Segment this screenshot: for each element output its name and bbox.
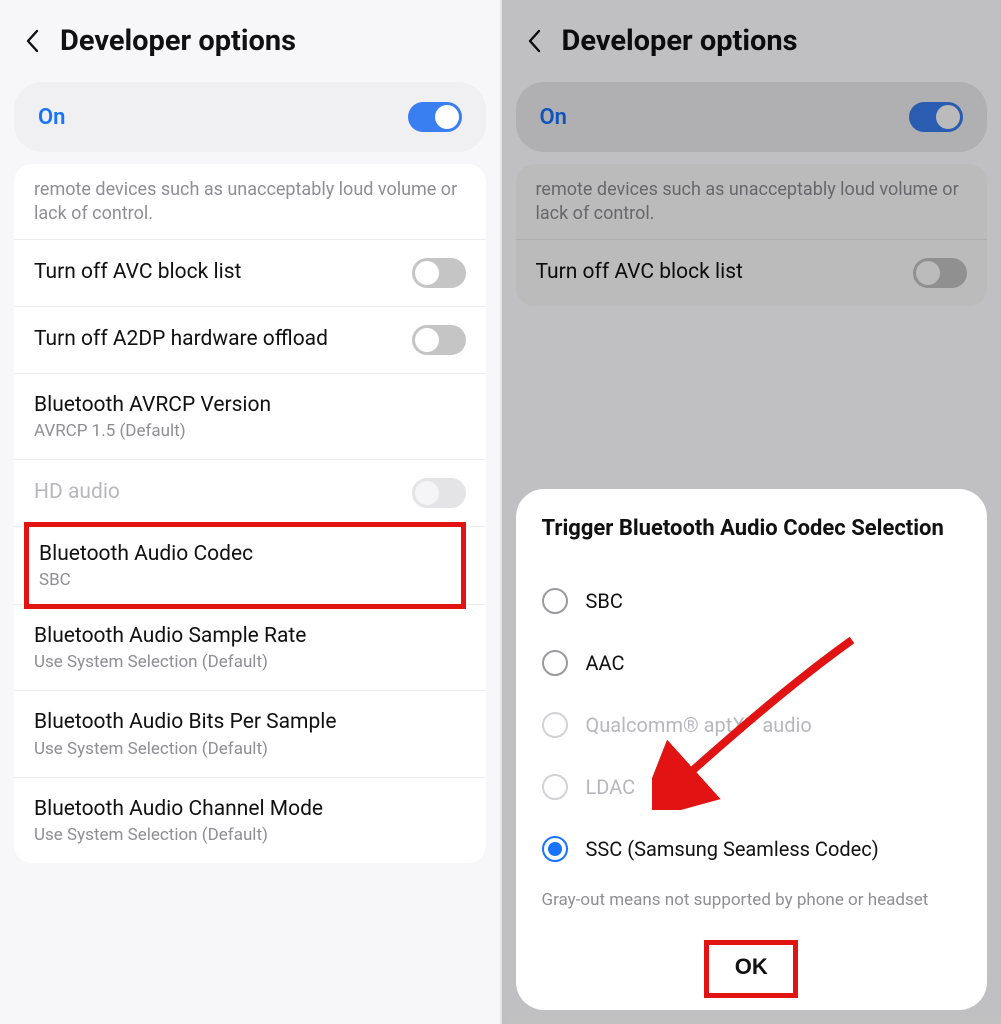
radio-icon [542, 588, 568, 614]
row-sample-rate[interactable]: Bluetooth Audio Sample Rate Use System S… [14, 604, 486, 690]
row-sublabel: Use System Selection (Default) [34, 825, 466, 845]
toggle-switch[interactable] [412, 325, 466, 355]
row-hd-audio: HD audio [14, 459, 486, 526]
master-toggle-bar[interactable]: On [14, 82, 486, 152]
radio-label: SSC (Samsung Seamless Codec) [586, 837, 879, 861]
radio-icon [542, 774, 568, 800]
row-label: Turn off A2DP hardware offload [34, 326, 400, 353]
dialog-actions: OK [542, 944, 962, 990]
dialog-note: Gray-out means not supported by phone or… [542, 890, 962, 910]
dialog-title: Trigger Bluetooth Audio Codec Selection [542, 515, 962, 544]
codec-selection-dialog: Trigger Bluetooth Audio Codec Selection … [516, 489, 988, 1010]
row-channel-mode[interactable]: Bluetooth Audio Channel Mode Use System … [14, 777, 486, 863]
row-sublabel: AVRCP 1.5 (Default) [34, 421, 466, 441]
page-title: Developer options [60, 24, 296, 58]
row-sublabel: Use System Selection (Default) [34, 739, 466, 759]
row-label: Bluetooth Audio Codec [39, 541, 451, 568]
radio-label: SBC [586, 589, 623, 613]
toggle-switch [412, 478, 466, 508]
header: Developer options [0, 0, 500, 82]
radio-icon [542, 712, 568, 738]
settings-list: remote devices such as unacceptably loud… [14, 164, 486, 863]
row-sublabel: Use System Selection (Default) [34, 652, 466, 672]
row-avrcp-version[interactable]: Bluetooth AVRCP Version AVRCP 1.5 (Defau… [14, 373, 486, 459]
radio-label: Qualcomm® aptX™ audio [586, 713, 812, 737]
toggle-switch[interactable] [412, 258, 466, 288]
radio-label: AAC [586, 651, 625, 675]
row-bits-per-sample[interactable]: Bluetooth Audio Bits Per Sample Use Syst… [14, 690, 486, 776]
radio-option-aptx: Qualcomm® aptX™ audio [542, 694, 962, 756]
row-label: Bluetooth Audio Channel Mode [34, 796, 466, 823]
radio-option-ssc[interactable]: SSC (Samsung Seamless Codec) [542, 818, 962, 880]
left-screenshot: Developer options On remote devices such… [0, 0, 500, 1024]
master-toggle-label: On [38, 105, 65, 130]
right-screenshot: Developer options On remote devices such… [502, 0, 1001, 1024]
row-bluetooth-codec[interactable]: Bluetooth Audio Codec SBC [14, 526, 486, 604]
annotation-highlight: Bluetooth Audio Codec SBC [24, 522, 466, 609]
ok-button[interactable]: OK [715, 944, 788, 990]
radio-option-ldac: LDAC [542, 756, 962, 818]
row-label: Turn off AVC block list [34, 259, 400, 286]
row-label: Bluetooth Audio Bits Per Sample [34, 709, 466, 736]
row-label: Bluetooth AVRCP Version [34, 392, 466, 419]
radio-icon [542, 650, 568, 676]
list-note: remote devices such as unacceptably loud… [14, 164, 486, 239]
radio-option-aac[interactable]: AAC [542, 632, 962, 694]
row-sublabel: SBC [39, 570, 451, 590]
back-icon[interactable] [24, 27, 40, 55]
master-toggle-switch[interactable] [408, 102, 462, 132]
radio-label: LDAC [586, 775, 636, 799]
row-label: HD audio [34, 479, 400, 506]
radio-icon [542, 836, 568, 862]
row-a2dp-offload[interactable]: Turn off A2DP hardware offload [14, 306, 486, 373]
row-avc-blocklist[interactable]: Turn off AVC block list [14, 239, 486, 306]
row-label: Bluetooth Audio Sample Rate [34, 623, 466, 650]
radio-option-sbc[interactable]: SBC [542, 570, 962, 632]
